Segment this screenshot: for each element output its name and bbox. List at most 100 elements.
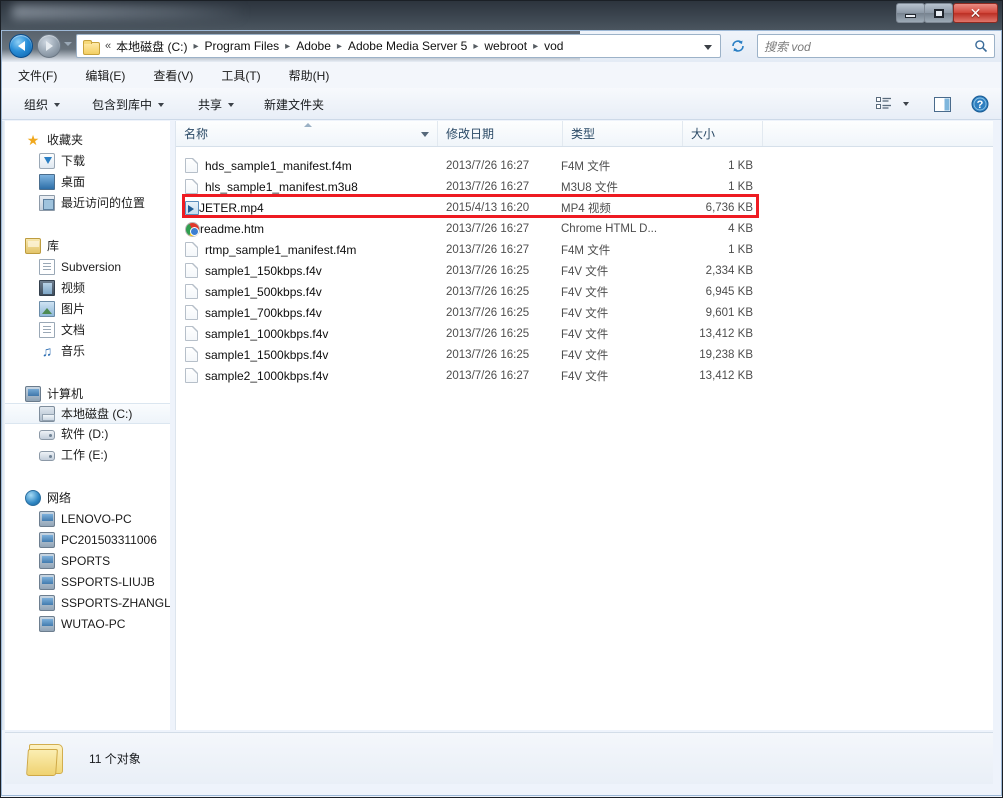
file-name-label: JETER.mp4 <box>199 200 264 215</box>
refresh-button[interactable] <box>726 34 750 58</box>
back-button[interactable] <box>9 34 33 58</box>
sidebar-item-wutao-pc[interactable]: WUTAO-PC <box>5 613 170 634</box>
breadcrumb-separator[interactable]: ▸ <box>337 41 342 52</box>
file-type-cell: F4V 文件 <box>561 328 609 341</box>
sidebar-item-pictures[interactable]: 图片 <box>5 298 170 319</box>
menu-view[interactable]: 查看(V) <box>149 64 197 87</box>
table-row[interactable]: rtmp_sample1_manifest.f4m 2013/7/26 16:2… <box>176 239 993 260</box>
file-name-label: sample2_1000kbps.f4v <box>205 368 329 383</box>
file-date-cell: 2013/7/26 16:25 <box>446 306 530 319</box>
sidebar-item-ssports-zhangl[interactable]: SSPORTS-ZHANGL <box>5 592 170 613</box>
table-row[interactable]: readme.htm 2013/7/26 16:27 Chrome HTML D… <box>176 218 993 239</box>
computer-node-icon <box>39 510 55 527</box>
file-date-cell: 2013/7/26 16:27 <box>446 180 530 193</box>
table-row[interactable]: sample1_1000kbps.f4v 2013/7/26 16:25 F4V… <box>176 323 993 344</box>
search-box[interactable]: 搜索 vod <box>757 34 995 58</box>
column-header-date[interactable]: 修改日期 <box>438 121 563 146</box>
file-name-label: hds_sample1_manifest.f4m <box>205 158 352 173</box>
computer-icon <box>25 385 41 402</box>
breadcrumb-separator[interactable]: ▸ <box>533 41 538 52</box>
table-row-highlighted[interactable]: JETER.mp4 2015/4/13 16:20 MP4 视频 6,736 K… <box>176 197 993 218</box>
recent-pages-dropdown[interactable] <box>64 42 72 46</box>
title-bar: ✕ <box>0 0 1003 30</box>
sidebar-item-lenovo-pc-label: LENOVO-PC <box>61 511 132 526</box>
table-row[interactable]: hds_sample1_manifest.f4m 2013/7/26 16:27… <box>176 155 993 176</box>
menu-tools[interactable]: 工具(T) <box>217 64 264 87</box>
close-button[interactable]: ✕ <box>953 3 998 23</box>
chevron-down-icon[interactable] <box>704 45 712 50</box>
sidebar-item-desktop[interactable]: 桌面 <box>5 171 170 192</box>
sidebar-item-music[interactable]: ♫ 音乐 <box>5 340 170 361</box>
help-button[interactable]: ? <box>967 93 993 115</box>
search-input[interactable]: 搜索 vod <box>764 38 974 55</box>
file-type-cell: F4M 文件 <box>561 160 611 173</box>
maximize-button[interactable] <box>924 3 953 23</box>
breadcrumb-separator[interactable]: ▸ <box>285 41 290 52</box>
breadcrumb-separator[interactable]: ▸ <box>193 41 198 52</box>
help-icon: ? <box>971 95 989 113</box>
breadcrumb-item-5[interactable]: vod <box>542 38 565 54</box>
include-in-library-button[interactable]: 包含到库中 <box>86 94 170 115</box>
organize-button[interactable]: 组织 <box>18 94 66 115</box>
sidebar-item-ssports-liujb[interactable]: SSPORTS-LIUJB <box>5 571 170 592</box>
breadcrumb-item-3[interactable]: Adobe Media Server 5 <box>346 38 469 54</box>
column-header-type[interactable]: 类型 <box>563 121 683 146</box>
preview-pane-button[interactable] <box>929 93 955 115</box>
sidebar-header-libraries-label: 库 <box>47 239 60 253</box>
table-row[interactable]: sample1_500kbps.f4v 2013/7/26 16:25 F4V … <box>176 281 993 302</box>
menu-edit[interactable]: 编辑(E) <box>81 64 129 87</box>
sidebar-item-videos[interactable]: 视频 <box>5 277 170 298</box>
minimize-button[interactable] <box>896 3 925 23</box>
sidebar-item-sports[interactable]: SPORTS <box>5 550 170 571</box>
breadcrumb-separator[interactable]: ▸ <box>473 41 478 52</box>
file-name-label: sample1_500kbps.f4v <box>205 284 322 299</box>
organize-label: 组织 <box>24 98 49 112</box>
table-row[interactable]: sample1_1500kbps.f4v 2013/7/26 16:25 F4V… <box>176 344 993 365</box>
file-size-cell: 2,334 KB <box>705 264 753 277</box>
menu-help[interactable]: 帮助(H) <box>285 64 334 87</box>
sidebar-item-recent-places[interactable]: 最近访问的位置 <box>5 192 170 213</box>
view-options-button[interactable] <box>871 93 897 115</box>
svg-text:?: ? <box>977 99 984 111</box>
breadcrumb-item-2[interactable]: Adobe <box>294 38 333 54</box>
sidebar-item-lenovo-pc[interactable]: LENOVO-PC <box>5 508 170 529</box>
sidebar-header-libraries[interactable]: 库 <box>5 235 170 256</box>
new-folder-button[interactable]: 新建文件夹 <box>258 94 330 115</box>
document-icon <box>39 258 55 275</box>
sidebar-item-local-disk-c[interactable]: 本地磁盘 (C:) <box>5 403 170 424</box>
breadcrumb-overflow[interactable]: « <box>105 40 111 52</box>
sidebar-item-documents[interactable]: 文档 <box>5 319 170 340</box>
sidebar-item-drive-e[interactable]: 工作 (E:) <box>5 444 170 465</box>
table-row[interactable]: hls_sample1_manifest.m3u8 2013/7/26 16:2… <box>176 176 993 197</box>
picture-icon <box>39 300 55 317</box>
share-button[interactable]: 共享 <box>192 94 240 115</box>
system-drive-icon <box>39 405 55 422</box>
breadcrumb-item-0[interactable]: 本地磁盘 (C:) <box>114 37 189 56</box>
sidebar-item-subversion[interactable]: Subversion <box>5 256 170 277</box>
sidebar-header-network[interactable]: 网络 <box>5 487 170 508</box>
column-header-row: 名称 修改日期 类型 大小 <box>176 121 993 147</box>
breadcrumb-bar[interactable]: « 本地磁盘 (C:) ▸ Program Files ▸ Adobe ▸ Ad… <box>76 34 721 58</box>
table-row[interactable]: sample1_150kbps.f4v 2013/7/26 16:25 F4V … <box>176 260 993 281</box>
sidebar-header-favorites[interactable]: ★ 收藏夹 <box>5 129 170 150</box>
table-row[interactable]: sample2_1000kbps.f4v 2013/7/26 16:27 F4V… <box>176 365 993 386</box>
menu-file[interactable]: 文件(F) <box>14 64 61 87</box>
file-name-label: hls_sample1_manifest.m3u8 <box>205 179 358 194</box>
chevron-down-icon[interactable] <box>421 132 429 137</box>
table-row[interactable]: sample1_700kbps.f4v 2013/7/26 16:25 F4V … <box>176 302 993 323</box>
back-arrow-icon <box>17 41 25 51</box>
view-options-dropdown[interactable] <box>897 93 915 115</box>
column-header-name[interactable]: 名称 <box>176 121 438 146</box>
sidebar-item-downloads[interactable]: 下载 <box>5 150 170 171</box>
file-type-cell: F4M 文件 <box>561 244 611 257</box>
sidebar-header-computer[interactable]: 计算机 <box>5 383 170 404</box>
breadcrumb-item-1[interactable]: Program Files <box>202 38 281 54</box>
forward-button[interactable] <box>37 34 61 58</box>
breadcrumb-item-4[interactable]: webroot <box>482 38 529 54</box>
file-date-cell: 2013/7/26 16:25 <box>446 327 530 340</box>
column-header-size[interactable]: 大小 <box>683 121 763 146</box>
sidebar-item-drive-d[interactable]: 软件 (D:) <box>5 423 170 444</box>
sidebar-item-pc201503311006[interactable]: PC201503311006 <box>5 529 170 550</box>
generic-file-icon <box>185 347 198 362</box>
drive-icon <box>39 451 55 461</box>
